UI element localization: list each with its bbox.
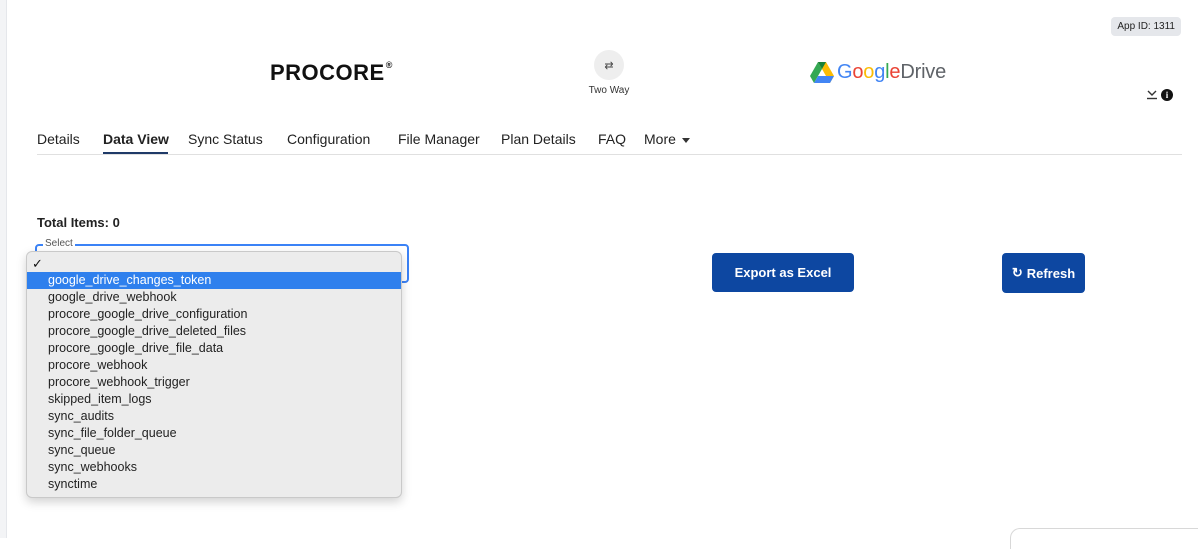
left-rail — [0, 0, 7, 538]
active-tab-indicator — [103, 152, 168, 154]
tab-plan-details[interactable]: Plan Details — [501, 131, 576, 147]
dropdown-option[interactable]: sync_audits — [27, 408, 401, 425]
logo-letter: o — [852, 61, 864, 83]
dropdown-option[interactable]: procore_webhook_trigger — [27, 374, 401, 391]
google-drive-icon — [810, 62, 834, 83]
caret-down-icon — [681, 137, 690, 143]
dropdown-option[interactable]: sync_file_folder_queue — [27, 425, 401, 442]
tab-faq[interactable]: FAQ — [598, 131, 626, 147]
logo-letter: g — [874, 61, 886, 83]
dropdown-option[interactable]: google_drive_changes_token — [27, 272, 401, 289]
select-label: Select — [43, 238, 75, 249]
dropdown-option[interactable]: synctime — [27, 476, 401, 493]
procore-logo: PROCORE® — [270, 60, 393, 86]
logo-drive-word: Drive — [900, 61, 947, 83]
tab-data-view[interactable]: Data View — [103, 131, 169, 147]
tab-file-manager[interactable]: File Manager — [398, 131, 480, 147]
logo-letter: G — [837, 61, 853, 83]
google-drive-logo-text: GoogleDrive — [837, 61, 946, 84]
bottom-panel-edge — [1010, 528, 1198, 549]
collapse-down-icon[interactable] — [1146, 88, 1158, 102]
checkmark-icon: ✓ — [32, 256, 43, 271]
tab-more-label: More — [644, 131, 676, 147]
header-actions: i — [1146, 88, 1173, 102]
procore-logo-text: PROCORE — [270, 60, 385, 85]
tab-more[interactable]: More — [644, 131, 690, 147]
google-drive-logo: GoogleDrive — [810, 61, 946, 84]
tab-configuration[interactable]: Configuration — [287, 131, 370, 147]
dropdown-option[interactable]: procore_google_drive_file_data — [27, 340, 401, 357]
table-select-dropdown: ✓ google_drive_changes_token google_driv… — [26, 251, 402, 498]
tab-sync-status[interactable]: Sync Status — [188, 131, 263, 147]
refresh-icon: ↻ — [1011, 265, 1023, 280]
refresh-button[interactable]: ↻ Refresh — [1002, 253, 1085, 293]
app-frame: App ID: 1311 PROCORE® ⇄ Two Way GoogleDr… — [0, 0, 1198, 549]
sync-direction-icon[interactable]: ⇄ — [594, 50, 624, 80]
dropdown-option[interactable]: sync_webhooks — [27, 459, 401, 476]
app-id-badge: App ID: 1311 — [1111, 17, 1181, 36]
tab-details[interactable]: Details — [37, 131, 80, 147]
two-way-arrows-icon: ⇄ — [604, 59, 614, 72]
dropdown-option[interactable]: procore_webhook — [27, 357, 401, 374]
total-items-label: Total Items: 0 — [37, 215, 120, 230]
info-icon[interactable]: i — [1161, 89, 1173, 101]
dropdown-option[interactable]: google_drive_webhook — [27, 289, 401, 306]
dropdown-option[interactable]: procore_google_drive_deleted_files — [27, 323, 401, 340]
dropdown-option[interactable]: procore_google_drive_configuration — [27, 306, 401, 323]
sync-direction-label: Two Way — [588, 85, 630, 96]
tab-bar: Details Data View Sync Status Configurat… — [37, 124, 1182, 155]
chevron-down-line-icon — [1147, 90, 1157, 100]
logo-letter: e — [889, 61, 901, 83]
logo-letter: o — [863, 61, 875, 83]
dropdown-option[interactable]: sync_queue — [27, 442, 401, 459]
procore-logo-reg: ® — [385, 60, 393, 70]
refresh-button-label: Refresh — [1026, 265, 1076, 281]
export-excel-button[interactable]: Export as Excel — [712, 253, 854, 292]
dropdown-option[interactable]: skipped_item_logs — [27, 391, 401, 408]
